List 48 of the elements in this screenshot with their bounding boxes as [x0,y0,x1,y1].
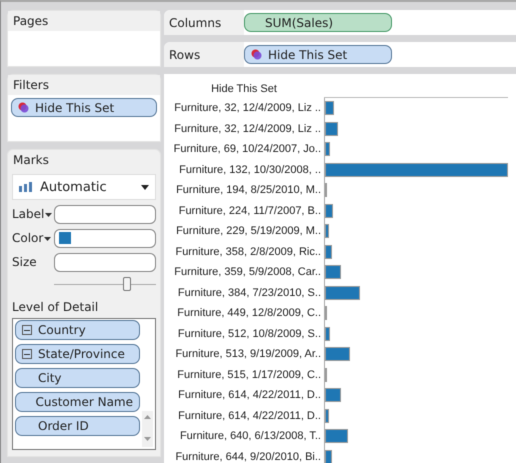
row-label: Furniture, 32, 12/4/2009, Liz .. [173,122,322,135]
collapse-icon[interactable] [22,325,32,335]
row-label: Furniture, 513, 9/19/2009, Ar.. [174,348,322,360]
field-pill[interactable]: Order ID [15,416,140,436]
property-label[interactable]: Label [12,207,54,221]
section-title: Level of Detail [12,300,100,314]
row-label: Furniture, 69, 10/24/2007, Jo.. [172,143,322,156]
set-icon [18,102,29,113]
card-title: Filters [8,75,160,95]
row-label: Furniture, 32, 12/4/2009, Liz .. [173,102,322,114]
row-label: Furniture, 384, 7/23/2010, S.. [176,286,322,299]
color-field[interactable] [54,228,156,248]
column-header: Hide This Set [210,83,278,97]
row-label: Furniture, 614, 4/22/2011, D.. [177,410,322,422]
card-title: Pages [8,11,160,31]
row-label: Furniture, 614, 4/22/2011, D.. [177,389,322,402]
property-label[interactable]: Color [12,231,54,245]
row-label: Furniture, 229, 5/19/2009, M.. [175,225,322,238]
size-field[interactable] [54,252,156,272]
row-label: Furniture, 224, 11/7/2007, B.. [178,204,322,217]
shelf-label: Rows [164,42,244,67]
field-pill[interactable]: Customer Name [15,392,140,412]
dimension-pill[interactable]: Hide This Set [244,45,392,64]
caret-icon [45,212,52,217]
row-label: Furniture, 640, 6/13/2008, T.. [178,430,322,442]
row-label: Furniture, 515, 1/17/2009, C.. [176,368,322,381]
property-label[interactable]: Size [12,255,54,269]
row-label: Furniture, 512, 10/8/2009, S.. [176,328,322,340]
row-label: Furniture, 644, 9/20/2010, Bi.. [174,450,322,463]
filter-pill[interactable]: Hide This Set [11,98,157,117]
shelf-label: Columns [164,10,244,35]
field-pill[interactable]: City [15,368,140,388]
row-label: Furniture, 358, 2/8/2009, Ric.. [174,246,322,258]
bar-chart-icon [19,182,32,192]
caret-icon [44,236,52,241]
field-pill[interactable]: State/Province [15,344,140,364]
collapse-icon[interactable] [22,349,32,359]
mark-type-dropdown[interactable]: Automatic [12,174,156,200]
row-label: Furniture, 132, 10/30/2008, .. [178,164,322,176]
slider-thumb[interactable] [123,277,132,291]
caret-icon [141,184,149,190]
set-icon [251,49,262,60]
row-label: Furniture, 449, 12/8/2009, C.. [176,307,322,320]
label-field[interactable] [54,204,156,224]
row-label: Furniture, 359, 5/9/2008, Car.. [173,266,322,278]
field-pill[interactable]: Country [15,320,140,340]
row-label: Furniture, 194, 8/25/2010, M.. [175,184,322,196]
measure-pill[interactable]: SUM(Sales) [244,13,392,32]
